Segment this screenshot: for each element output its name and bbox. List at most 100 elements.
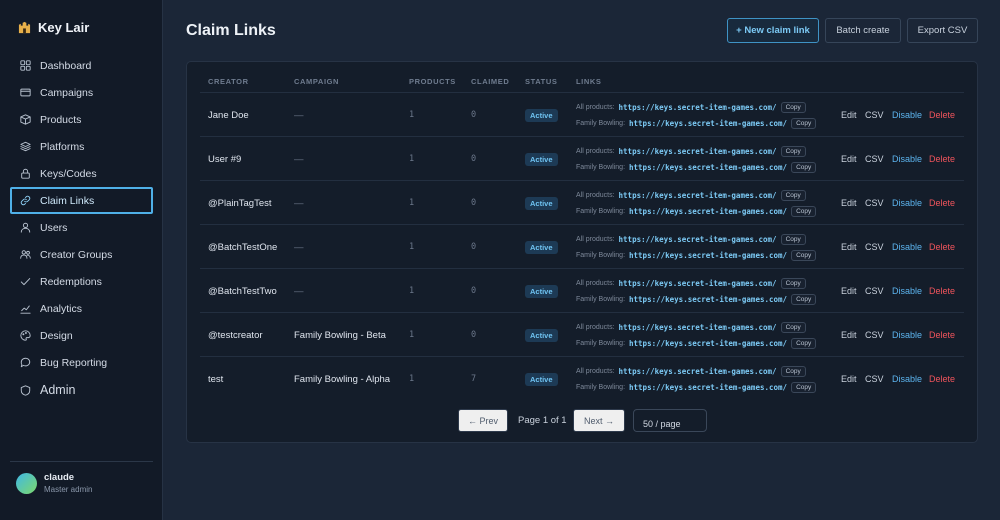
link-url[interactable]: https://keys.secret-item-games.com/ [619, 279, 777, 288]
delete-button[interactable]: Delete [929, 357, 955, 401]
dashboard-icon [20, 60, 31, 71]
copy-button[interactable]: Copy [791, 206, 817, 217]
delete-button[interactable]: Delete [929, 93, 955, 137]
status-badge: Active [525, 284, 558, 298]
sidebar-item-label: Platforms [40, 140, 85, 153]
edit-button[interactable]: Edit [841, 225, 857, 269]
new-claim-link-button[interactable]: + New claim link [727, 18, 819, 43]
sidebar-item-design[interactable]: Design [10, 322, 153, 349]
csv-button[interactable]: CSV [865, 269, 884, 313]
sidebar-item-claim-links[interactable]: Claim Links [10, 187, 153, 214]
sidebar-item-dashboard[interactable]: Dashboard [10, 52, 153, 79]
link-url[interactable]: https://keys.secret-item-games.com/ [629, 163, 787, 172]
csv-button[interactable]: CSV [865, 313, 884, 357]
sidebar-item-campaigns[interactable]: Campaigns [10, 79, 153, 106]
sidebar-item-platforms[interactable]: Platforms [10, 133, 153, 160]
delete-button[interactable]: Delete [929, 137, 955, 181]
sidebar-item-keys-codes[interactable]: Keys/Codes [10, 160, 153, 187]
products-cell: 1 [409, 110, 415, 120]
sidebar-item-users[interactable]: Users [10, 214, 153, 241]
link-label: Family Bowling: [576, 164, 626, 171]
link-url[interactable]: https://keys.secret-item-games.com/ [619, 323, 777, 332]
link-url[interactable]: https://keys.secret-item-games.com/ [619, 147, 777, 156]
copy-button[interactable]: Copy [791, 250, 817, 261]
csv-button[interactable]: CSV [865, 181, 884, 225]
sidebar-item-admin[interactable]: Admin [10, 376, 153, 404]
sidebar-item-label: Bug Reporting [40, 356, 108, 369]
delete-button[interactable]: Delete [929, 269, 955, 313]
delete-button[interactable]: Delete [929, 225, 955, 269]
sidebar-item-analytics[interactable]: Analytics [10, 295, 153, 322]
creator-cell: @PlainTagTest [208, 197, 272, 209]
link-url[interactable]: https://keys.secret-item-games.com/ [629, 119, 787, 128]
link-url[interactable]: https://keys.secret-item-games.com/ [629, 295, 787, 304]
disable-button[interactable]: Disable [892, 137, 922, 181]
user-profile[interactable]: claude Master admin [16, 472, 92, 495]
link-url[interactable]: https://keys.secret-item-games.com/ [629, 339, 787, 348]
edit-button[interactable]: Edit [841, 93, 857, 137]
link-url[interactable]: https://keys.secret-item-games.com/ [629, 207, 787, 216]
csv-button[interactable]: CSV [865, 357, 884, 401]
delete-button[interactable]: Delete [929, 313, 955, 357]
link-url[interactable]: https://keys.secret-item-games.com/ [619, 235, 777, 244]
link-family-bowling: Family Bowling: https://keys.secret-item-… [576, 117, 817, 130]
users-icon [20, 250, 31, 259]
disable-button[interactable]: Disable [892, 313, 922, 357]
edit-button[interactable]: Edit [841, 313, 857, 357]
sidebar-item-bug-reporting[interactable]: Bug Reporting [10, 349, 153, 376]
page-size-select[interactable]: 50 / page [633, 409, 707, 432]
link-label: Family Bowling: [576, 252, 626, 259]
copy-button[interactable]: Copy [780, 234, 806, 245]
link-url[interactable]: https://keys.secret-item-games.com/ [629, 251, 787, 260]
csv-button[interactable]: CSV [865, 93, 884, 137]
link-url[interactable]: https://keys.secret-item-games.com/ [619, 103, 777, 112]
prev-page-button[interactable]: ← Prev [458, 409, 508, 432]
edit-button[interactable]: Edit [841, 357, 857, 401]
user-icon [20, 222, 31, 233]
copy-button[interactable]: Copy [780, 146, 806, 157]
link-url[interactable]: https://keys.secret-item-games.com/ [629, 383, 787, 392]
table-row: @BatchTestOne — 1 0 Active All products: https… [200, 224, 964, 268]
batch-create-button[interactable]: Batch create [825, 18, 901, 43]
brand[interactable]: Key Lair [18, 20, 89, 35]
copy-button[interactable]: Copy [780, 190, 806, 201]
page-title: Claim Links [186, 22, 276, 39]
delete-button[interactable]: Delete [929, 181, 955, 225]
edit-button[interactable]: Edit [841, 269, 857, 313]
edit-button[interactable]: Edit [841, 137, 857, 181]
link-all-products: All products: https://keys.secret-item-ga… [576, 365, 806, 378]
disable-button[interactable]: Disable [892, 357, 922, 401]
campaign-cell: — [294, 109, 304, 121]
link-family-bowling: Family Bowling: https://keys.secret-item-… [576, 161, 817, 174]
copy-button[interactable]: Copy [780, 278, 806, 289]
copy-button[interactable]: Copy [791, 382, 817, 393]
next-page-button[interactable]: Next → [573, 409, 625, 432]
copy-button[interactable]: Copy [780, 322, 806, 333]
edit-button[interactable]: Edit [841, 181, 857, 225]
copy-button[interactable]: Copy [780, 366, 806, 377]
copy-button[interactable]: Copy [791, 338, 817, 349]
disable-button[interactable]: Disable [892, 181, 922, 225]
disable-button[interactable]: Disable [892, 93, 922, 137]
lock-icon [21, 168, 30, 179]
copy-button[interactable]: Copy [791, 162, 817, 173]
castle-logo-icon [18, 21, 31, 34]
campaign-cell: Family Bowling - Beta [294, 329, 386, 341]
link-url[interactable]: https://keys.secret-item-games.com/ [619, 367, 777, 376]
link-url[interactable]: https://keys.secret-item-games.com/ [619, 191, 777, 200]
sidebar-item-redemptions[interactable]: Redemptions [10, 268, 153, 295]
claimed-cell: 0 [471, 198, 477, 208]
link-icon [20, 195, 31, 206]
column-header-claimed: CLAIMED [471, 77, 510, 86]
export-csv-button[interactable]: Export CSV [907, 18, 978, 43]
disable-button[interactable]: Disable [892, 225, 922, 269]
user-role: Master admin [44, 485, 93, 494]
csv-button[interactable]: CSV [865, 137, 884, 181]
sidebar-item-creator-groups[interactable]: Creator Groups [10, 241, 153, 268]
disable-button[interactable]: Disable [892, 269, 922, 313]
sidebar-item-products[interactable]: Products [10, 106, 153, 133]
copy-button[interactable]: Copy [780, 102, 806, 113]
copy-button[interactable]: Copy [791, 294, 817, 305]
csv-button[interactable]: CSV [865, 225, 884, 269]
copy-button[interactable]: Copy [791, 118, 817, 129]
